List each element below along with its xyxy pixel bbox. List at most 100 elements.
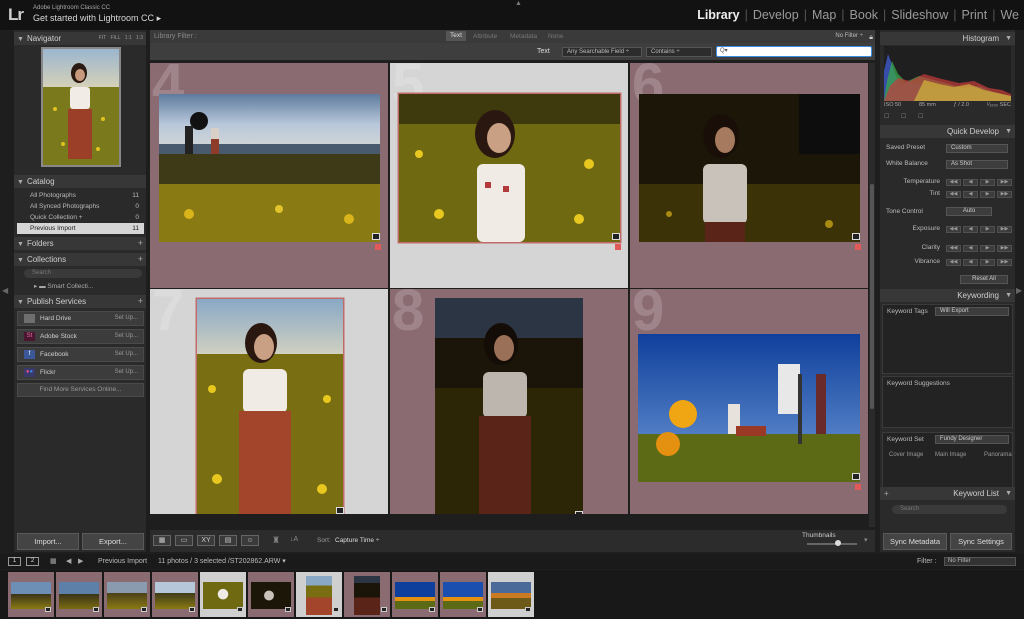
increase-icon[interactable]: ▶: [980, 226, 995, 233]
set-up-link[interactable]: Set Up...: [115, 366, 138, 379]
add-collection-icon[interactable]: +: [138, 253, 143, 266]
decrease-icon[interactable]: ◀: [963, 259, 978, 266]
navigator-zoom-options[interactable]: FIT FILL 1:1 1:3: [99, 32, 143, 45]
keywording-header[interactable]: Keywording ▼: [880, 289, 1015, 302]
grid-cell-selected[interactable]: 5: [390, 63, 628, 288]
saved-preset-dropdown[interactable]: Custom: [946, 144, 1008, 153]
compare-view-button[interactable]: XY: [197, 535, 215, 546]
module-web[interactable]: We: [995, 8, 1024, 22]
increase-icon[interactable]: ▶: [980, 259, 995, 266]
publish-service-hard-drive[interactable]: Hard Drive Set Up...: [17, 311, 144, 326]
photo-thumbnail[interactable]: [435, 298, 583, 514]
collections-search-input[interactable]: Search: [24, 269, 142, 278]
grid-view-button[interactable]: ▦: [153, 535, 171, 546]
filter-tab-attribute[interactable]: Attribute: [473, 30, 497, 43]
increase-icon[interactable]: ▶: [980, 245, 995, 252]
catalog-item-previous-import[interactable]: Previous Import 11: [17, 223, 144, 234]
keyword-set-item[interactable]: Cover Image: [889, 452, 923, 458]
smart-collections-item[interactable]: ▸ ▬ Smart Collecti...: [34, 282, 93, 290]
clarity-controls[interactable]: ◀◀ ◀ ▶ ▶▶: [946, 245, 1012, 252]
set-up-link[interactable]: Set Up...: [115, 312, 138, 325]
tint-controls[interactable]: ◀◀ ◀ ▶ ▶▶: [946, 191, 1012, 198]
sort-direction-icon[interactable]: ↓A: [290, 536, 298, 543]
filmstrip-thumbnail[interactable]: [152, 572, 198, 617]
decrease-icon[interactable]: ◀: [963, 179, 978, 186]
module-slideshow[interactable]: Slideshow: [886, 8, 953, 22]
add-keyword-icon[interactable]: +: [884, 487, 889, 500]
left-panel-toggle-icon[interactable]: ◀: [2, 286, 8, 295]
right-panel-toggle-icon[interactable]: ▶: [1016, 286, 1022, 295]
sort-dropdown[interactable]: Capture Time ÷: [335, 537, 379, 544]
survey-view-button[interactable]: ▤: [219, 535, 237, 546]
auto-tone-button[interactable]: Auto: [946, 207, 992, 216]
color-label-icon[interactable]: [615, 244, 621, 250]
filmstrip-thumbnail-selected[interactable]: [296, 572, 342, 617]
thumbnail-size-slider-knob[interactable]: [835, 540, 841, 546]
grid-cell[interactable]: 8: [390, 289, 628, 514]
filmstrip-info[interactable]: 11 photos / 3 selected /ST202862.ARW ▾: [158, 554, 286, 569]
increase-large-icon[interactable]: ▶▶: [997, 191, 1012, 198]
page-2-button[interactable]: 2: [26, 557, 39, 566]
increase-large-icon[interactable]: ▶▶: [997, 226, 1012, 233]
filmstrip-thumbnail[interactable]: [248, 572, 294, 617]
keyword-list-search-input[interactable]: Search: [892, 505, 1007, 514]
increase-large-icon[interactable]: ▶▶: [997, 259, 1012, 266]
keyword-list-header[interactable]: + Keyword List ▼: [880, 487, 1015, 500]
grid-icon[interactable]: ▦: [50, 554, 57, 569]
grid-cell[interactable]: 4: [150, 63, 388, 288]
decrease-large-icon[interactable]: ◀◀: [946, 245, 961, 252]
color-label-icon[interactable]: [855, 244, 861, 250]
navigator-header[interactable]: ▼ Navigator FIT FILL 1:1 1:3: [14, 32, 146, 45]
increase-large-icon[interactable]: ▶▶: [997, 179, 1012, 186]
decrease-icon[interactable]: ◀: [963, 191, 978, 198]
page-1-button[interactable]: 1: [8, 557, 21, 566]
collections-header[interactable]: ▼ Collections +: [14, 253, 146, 266]
filter-tab-text[interactable]: Text: [446, 31, 466, 41]
increase-large-icon[interactable]: ▶▶: [997, 245, 1012, 252]
color-label-icon[interactable]: [375, 244, 381, 250]
module-print[interactable]: Print: [957, 8, 993, 22]
color-label-icon[interactable]: [855, 484, 861, 490]
keyword-tags-dropdown[interactable]: Will Export: [935, 307, 1009, 316]
grid-cell[interactable]: 9: [630, 289, 868, 514]
photo-thumbnail[interactable]: [399, 94, 620, 242]
forward-arrow-icon[interactable]: ▶: [78, 554, 83, 569]
catalog-item-all-synced[interactable]: All Synced Photographs 0: [17, 201, 144, 212]
decrease-large-icon[interactable]: ◀◀: [946, 259, 961, 266]
add-publish-service-icon[interactable]: +: [138, 295, 143, 308]
folders-header[interactable]: ▼ Folders +: [14, 237, 146, 250]
set-up-link[interactable]: Set Up...: [115, 348, 138, 361]
filmstrip-thumbnail-selected[interactable]: [200, 572, 246, 617]
grid-cell[interactable]: 6: [630, 63, 868, 288]
publish-service-facebook[interactable]: f Facebook Set Up...: [17, 347, 144, 362]
filter-preset-dropdown[interactable]: No Filter ÷: [835, 30, 863, 43]
filmstrip-thumbnail[interactable]: [56, 572, 102, 617]
publish-service-flickr[interactable]: ●● Flickr Set Up...: [17, 365, 144, 380]
vibrance-controls[interactable]: ◀◀ ◀ ▶ ▶▶: [946, 259, 1012, 266]
temperature-controls[interactable]: ◀◀ ◀ ▶ ▶▶: [946, 179, 1012, 186]
keyword-set-item[interactable]: Main Image: [935, 452, 966, 458]
import-button[interactable]: Import...: [17, 533, 79, 550]
contains-rule-dropdown[interactable]: Contains ÷: [646, 47, 712, 57]
catalog-header[interactable]: ▼ Catalog: [14, 175, 146, 188]
filter-tab-none[interactable]: None: [548, 30, 564, 43]
module-library[interactable]: Library: [692, 8, 744, 22]
publish-service-adobe-stock[interactable]: St Adobe Stock Set Up...: [17, 329, 144, 344]
keyword-set-dropdown[interactable]: Fundy Designer: [935, 435, 1009, 444]
filmstrip-thumbnail[interactable]: [440, 572, 486, 617]
filmstrip-thumbnail[interactable]: [392, 572, 438, 617]
collapse-top-icon[interactable]: ▲: [515, 0, 522, 7]
filmstrip-source[interactable]: Previous Import: [98, 554, 147, 569]
back-arrow-icon[interactable]: ◀: [66, 554, 71, 569]
exposure-controls[interactable]: ◀◀ ◀ ▶ ▶▶: [946, 226, 1012, 233]
toolbar-menu-icon[interactable]: ▾: [864, 536, 868, 544]
keyword-tags-box[interactable]: Keyword Tags Will Export: [882, 304, 1013, 374]
filmstrip-thumbnail[interactable]: [344, 572, 390, 617]
decrease-large-icon[interactable]: ◀◀: [946, 191, 961, 198]
quick-develop-header[interactable]: Quick Develop ▼: [880, 125, 1015, 138]
text-search-input[interactable]: Q▾: [716, 46, 872, 57]
photo-thumbnail[interactable]: [639, 94, 860, 242]
filmstrip-filter-dropdown[interactable]: No Filter: [944, 557, 1016, 566]
navigator-preview[interactable]: [41, 47, 121, 167]
grid-scrollbar-thumb[interactable]: [870, 184, 874, 409]
